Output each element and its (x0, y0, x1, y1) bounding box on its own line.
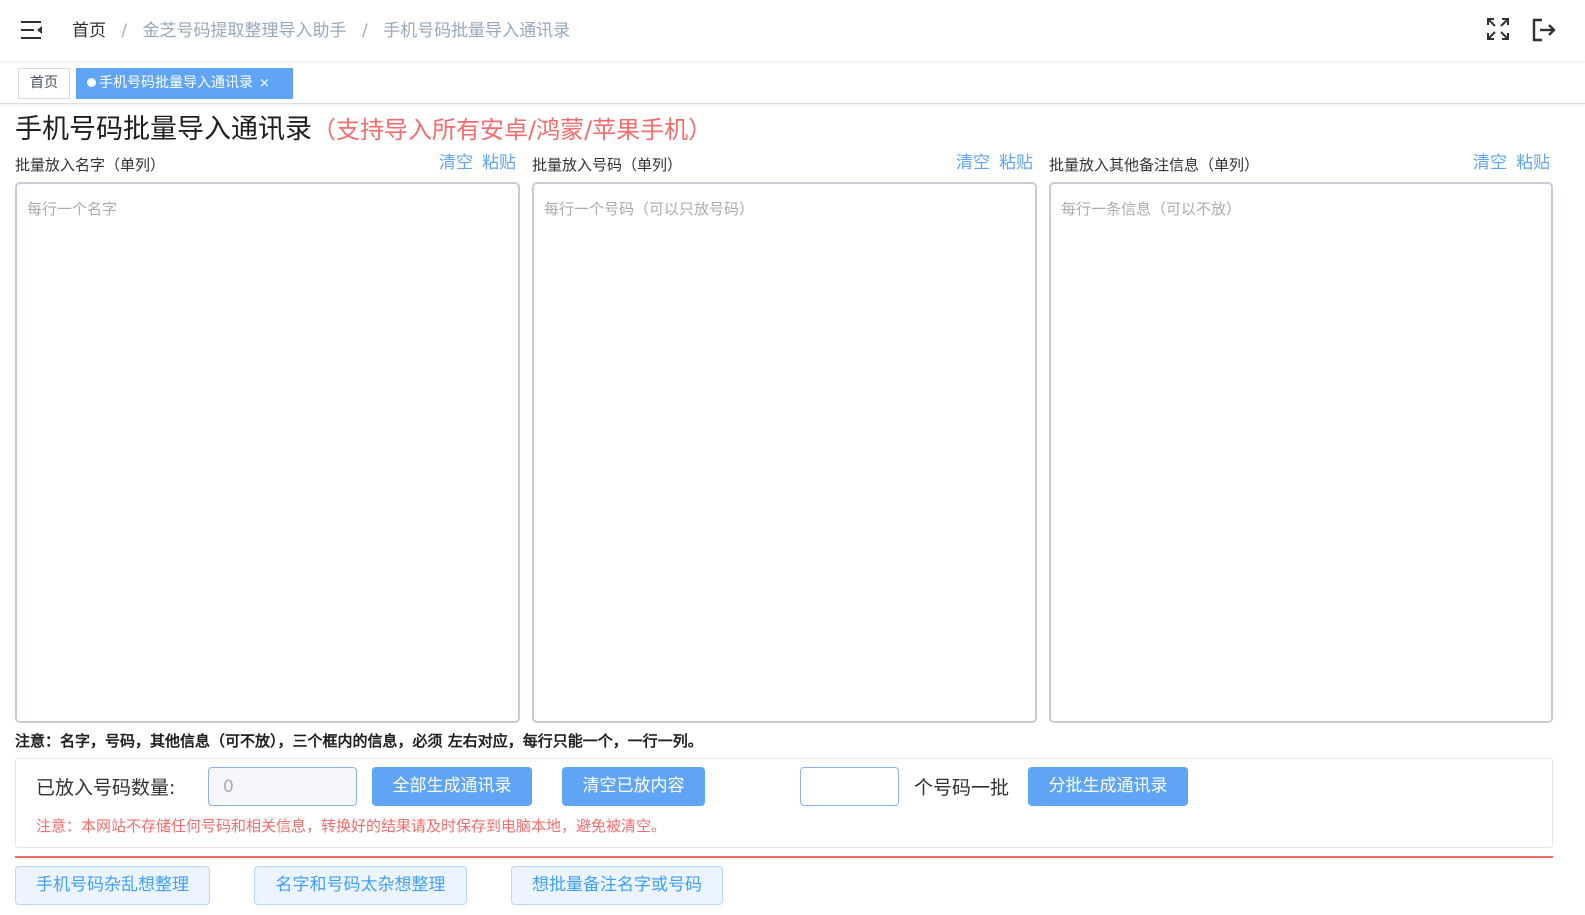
names-textarea[interactable] (15, 182, 520, 723)
notes-label: 批量放入其他备注信息（单列） (1049, 156, 1260, 174)
numbers-textarea[interactable] (532, 182, 1037, 723)
numbers-clear-button[interactable]: 清空 (956, 153, 990, 173)
notes-clear-button[interactable]: 清空 (1473, 153, 1507, 173)
organize-numbers-button[interactable]: 手机号码杂乱想整理 (15, 866, 210, 905)
notes-paste-button[interactable]: 粘贴 (1516, 153, 1550, 173)
breadcrumb: 首页 / 金芝号码提取整理导入助手 / 手机号码批量导入通讯录 (72, 19, 570, 43)
numbers-paste-button[interactable]: 粘贴 (999, 153, 1033, 173)
breadcrumb-separator: / (361, 21, 368, 41)
notes-textarea[interactable] (1049, 182, 1553, 723)
breadcrumb-current: 手机号码批量导入通讯录 (383, 21, 571, 41)
names-label: 批量放入名字（单列） (15, 156, 166, 174)
divider (15, 856, 1553, 858)
names-actions: 清空 粘贴 (439, 151, 516, 175)
numbers-actions: 清空 粘贴 (956, 151, 1033, 175)
alignment-notice: 注意：名字，号码，其他信息（可不放），三个框内的信息，必须 左右对应，每行只能一… (15, 732, 703, 750)
breadcrumb-helper[interactable]: 金芝号码提取整理导入助手 (143, 21, 347, 41)
fullscreen-icon[interactable] (1486, 17, 1510, 41)
batch-generate-button[interactable]: 分批生成通讯录 (1028, 767, 1188, 806)
logout-icon[interactable] (1531, 17, 1557, 43)
batch-size-input[interactable] (800, 767, 899, 806)
generate-all-button[interactable]: 全部生成通讯录 (372, 767, 532, 806)
breadcrumb-separator: / (121, 21, 128, 41)
privacy-warning: 注意：本网站不存储任何号码和相关信息，转换好的结果请及时保存到电脑本地，避免被清… (36, 817, 667, 835)
count-field (208, 767, 357, 806)
names-clear-button[interactable]: 清空 (439, 153, 473, 173)
batch-remark-button[interactable]: 想批量备注名字或号码 (511, 866, 723, 905)
batch-label: 个号码一批 (914, 777, 1010, 799)
count-label: 已放入号码数量: (36, 777, 176, 799)
page-subtitle: （支持导入所有安卓/鸿蒙/苹果手机） (312, 116, 713, 144)
numbers-label: 批量放入号码（单列） (532, 156, 683, 174)
tag-active[interactable]: 手机号码批量导入通讯录 × (76, 68, 293, 99)
tags-view: 首页 手机号码批量导入通讯录 × (0, 63, 1585, 104)
names-paste-button[interactable]: 粘贴 (482, 153, 516, 173)
page-title: 手机号码批量导入通讯录（支持导入所有安卓/鸿蒙/苹果手机） (15, 112, 712, 148)
organize-names-numbers-button[interactable]: 名字和号码太杂想整理 (254, 866, 467, 905)
clear-all-button[interactable]: 清空已放内容 (562, 767, 705, 806)
menu-fold-icon[interactable] (21, 20, 43, 40)
tag-active-label: 手机号码批量导入通讯录 (99, 75, 253, 91)
active-dot-icon (87, 78, 96, 87)
tag-home[interactable]: 首页 (18, 68, 70, 99)
close-icon[interactable]: × (259, 69, 270, 98)
page-title-text: 手机号码批量导入通讯录 (15, 114, 312, 145)
breadcrumb-home[interactable]: 首页 (72, 21, 106, 41)
notes-actions: 清空 粘贴 (1473, 151, 1550, 175)
top-navbar: 首页 / 金芝号码提取整理导入助手 / 手机号码批量导入通讯录 (0, 0, 1585, 62)
